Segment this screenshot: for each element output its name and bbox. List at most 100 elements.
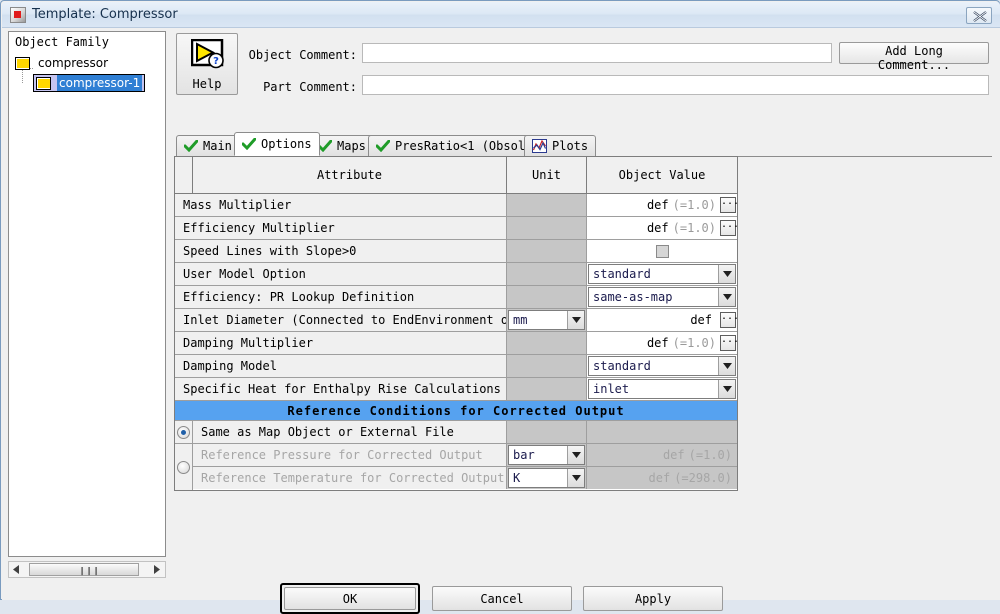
table-row-option-a[interactable]: Same as Map Object or External File [175, 421, 737, 444]
table-row[interactable]: Damping Multiplier def (=1.0) ... [175, 332, 737, 355]
tree-item-compressor[interactable]: compressor [15, 54, 110, 72]
value-cell[interactable]: def ... [587, 309, 737, 331]
folder-icon [15, 57, 30, 70]
chevron-down-glyph [572, 452, 581, 458]
part-comment-label: Part Comment: [242, 80, 357, 94]
window-title: Template: Compressor [32, 7, 178, 22]
value-text: def [663, 448, 685, 462]
select-value: inlet [589, 382, 718, 396]
tab-plots[interactable]: Plots [524, 135, 596, 156]
unit-cell[interactable]: K [507, 467, 587, 489]
tree-item-label: compressor [36, 55, 110, 71]
value-cell[interactable]: inlet [587, 378, 737, 400]
attribute-label: Mass Multiplier [175, 194, 507, 216]
object-family-label: Object Family [15, 35, 109, 49]
pr-lookup-definition-select[interactable]: same-as-map [588, 287, 736, 307]
attribute-label: User Model Option [175, 263, 507, 285]
value-text: def [649, 471, 671, 485]
object-comment-label: Object Comment: [242, 48, 357, 62]
table-row[interactable]: Efficiency: PR Lookup Definition same-as… [175, 286, 737, 309]
reference-pressure-unit-select[interactable]: bar [508, 445, 585, 465]
unit-cell [507, 217, 587, 239]
user-model-option-select[interactable]: standard [588, 264, 736, 284]
tab-maps[interactable]: Maps [310, 135, 374, 156]
unit-cell [507, 240, 587, 262]
value-default-hint: (=298.0) [674, 471, 732, 485]
apply-button[interactable]: Apply [583, 586, 723, 611]
table-row[interactable]: Specific Heat for Enthalpy Rise Calculat… [175, 378, 737, 401]
value-default-hint: (=1.0) [673, 221, 716, 235]
inlet-diameter-unit-select[interactable]: mm [508, 310, 585, 330]
ok-button[interactable]: OK [284, 587, 416, 610]
value-browse-button[interactable]: ... [720, 312, 736, 328]
chevron-down-icon[interactable] [718, 380, 735, 398]
tab-label: Main [203, 139, 232, 153]
check-icon [376, 140, 390, 152]
value-browse-button[interactable]: ... [720, 335, 736, 351]
value-browse-button[interactable]: ... [720, 197, 736, 213]
title-bar[interactable]: Template: Compressor [2, 2, 1000, 28]
table-row[interactable]: Efficiency Multiplier def (=1.0) ... [175, 217, 737, 240]
value-browse-button[interactable]: ... [720, 220, 736, 236]
radio-cell[interactable] [175, 444, 193, 490]
value-cell[interactable]: standard [587, 263, 737, 285]
value-cell[interactable]: def (=1.0) ... [587, 217, 737, 239]
tab-label: Options [261, 137, 312, 151]
unit-cell [507, 332, 587, 354]
ok-button-focus-ring[interactable]: OK [280, 583, 420, 614]
chevron-down-icon[interactable] [567, 311, 584, 329]
tab-options[interactable]: Options [234, 132, 320, 156]
object-comment-input[interactable] [362, 43, 832, 63]
tab-main[interactable]: Main [176, 135, 240, 156]
object-family-tree[interactable]: Object Family compressor compressor-1 [8, 31, 166, 557]
select-value: standard [589, 359, 718, 373]
grid-header-attribute: Attribute [193, 157, 507, 193]
value-default-hint: (=1.0) [673, 198, 716, 212]
unit-cell [507, 263, 587, 285]
specific-heat-select[interactable]: inlet [588, 379, 736, 399]
option-b-rows: Reference Pressure for Corrected Output … [193, 444, 737, 490]
tab-bar: Main Options Maps [174, 133, 992, 157]
table-row[interactable]: Damping Model standard [175, 355, 737, 378]
dialog-client: Object Family compressor compressor-1 ❙❙… [2, 28, 1000, 600]
chevron-down-icon[interactable] [718, 288, 735, 306]
table-row[interactable]: Mass Multiplier def (=1.0) ... [175, 194, 737, 217]
chevron-down-glyph [723, 271, 732, 277]
value-text-wrap: def (=1.0) [647, 198, 718, 212]
value-cell[interactable]: def (=1.0) ... [587, 194, 737, 216]
radio-cell[interactable] [175, 421, 193, 443]
unit-cell [507, 378, 587, 400]
radio-explicit-reference[interactable] [177, 461, 190, 474]
reference-temperature-unit-select[interactable]: K [508, 468, 585, 488]
attribute-label: Same as Map Object or External File [193, 421, 507, 443]
damping-model-select[interactable]: standard [588, 356, 736, 376]
table-row[interactable]: User Model Option standard [175, 263, 737, 286]
table-row[interactable]: Reference Temperature for Corrected Outp… [193, 467, 737, 489]
table-group-option-b[interactable]: Reference Pressure for Corrected Output … [175, 444, 737, 490]
right-pane: ? Help Object Comment: Add Long Comment.… [172, 31, 994, 557]
chevron-down-glyph [572, 475, 581, 481]
unit-cell[interactable]: bar [507, 444, 587, 466]
close-icon[interactable] [966, 7, 992, 24]
add-long-comment-button[interactable]: Add Long Comment... [839, 42, 989, 64]
unit-cell[interactable]: mm [507, 309, 587, 331]
tree-item-label: compressor-1 [57, 75, 142, 91]
table-row[interactable]: Inlet Diameter (Connected to EndEnvironm… [175, 309, 737, 332]
value-cell[interactable]: same-as-map [587, 286, 737, 308]
value-cell[interactable] [587, 240, 737, 262]
value-cell[interactable]: standard [587, 355, 737, 377]
help-button[interactable]: ? Help [176, 33, 238, 95]
value-text-wrap: def (=1.0) [647, 221, 718, 235]
cancel-button[interactable]: Cancel [432, 586, 572, 611]
table-row[interactable]: Speed Lines with Slope>0 [175, 240, 737, 263]
speed-lines-checkbox[interactable] [656, 245, 669, 258]
value-cell[interactable]: def (=1.0) ... [587, 332, 737, 354]
part-comment-input[interactable] [362, 75, 989, 95]
chevron-down-icon[interactable] [718, 265, 735, 283]
tree-item-compressor-1[interactable]: compressor-1 [33, 74, 145, 92]
chevron-down-icon[interactable] [567, 446, 584, 464]
radio-same-as-map[interactable] [177, 426, 190, 439]
table-row[interactable]: Reference Pressure for Corrected Output … [193, 444, 737, 467]
chevron-down-icon[interactable] [567, 469, 584, 487]
chevron-down-icon[interactable] [718, 357, 735, 375]
